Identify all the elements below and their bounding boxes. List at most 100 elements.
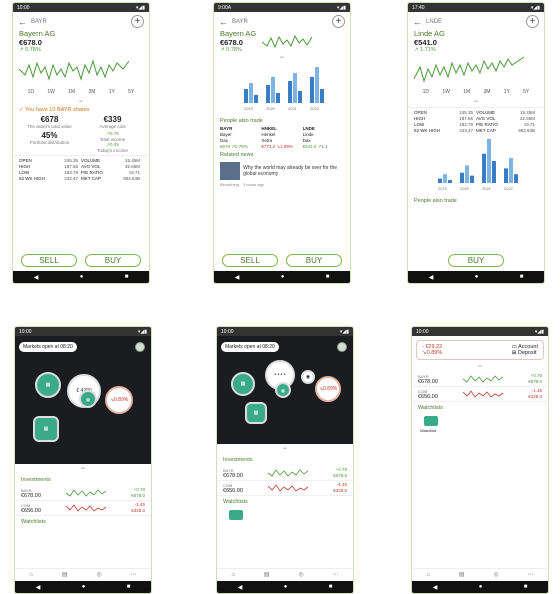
bar [288,81,292,103]
bubble-icon[interactable]: ▦ [79,390,97,408]
eye-icon[interactable]: ◉ [301,370,315,384]
nav-home-icon[interactable]: ● [82,584,86,590]
explore-icon[interactable]: ◎ [298,571,303,578]
nav-recent-icon[interactable]: ■ [127,584,131,590]
row-sparkline [66,489,107,497]
sell-button[interactable]: SELL [21,254,77,267]
watchlist-icon[interactable] [424,416,438,426]
list-item[interactable]: BAYR €678.00 +0.78 €678.0 [412,372,548,387]
bottom-tabs: ⌂ ▤ ◎ ⋯ [412,568,548,580]
range-1d[interactable]: 1D [28,89,34,95]
peer-market: Dax [220,138,229,143]
drag-handle[interactable]: ═ [15,466,151,472]
deposit-link[interactable]: ⊞ Deposit [512,350,538,356]
bubble-change[interactable]: ↘0.89% [315,376,341,402]
back-arrow-icon[interactable]: ← [413,17,422,27]
drag-handle[interactable]: ═ [214,55,350,61]
portfolio-icon[interactable]: ▤ [264,571,270,578]
bubble-change[interactable]: ↘0.89% [105,386,133,414]
home-icon[interactable]: ⌂ [426,572,430,578]
drag-handle[interactable]: ═ [13,99,149,105]
nav-back-icon[interactable]: ◀ [36,584,41,591]
nav-back-icon[interactable]: ◀ [238,584,243,591]
stats-table: OPEN 245.35 VOLUME 15.45M HIGH 187.66 AVG VOL… [408,107,544,135]
list-item[interactable]: COM €656.00 -1.45 €328.0 [217,481,353,496]
avatar-icon[interactable] [337,342,347,352]
bubble-icon[interactable]: ▦ [35,372,61,398]
add-watchlist-button[interactable]: + [131,15,144,28]
range-1m[interactable]: 1M [463,89,470,95]
nav-recent-icon[interactable]: ■ [326,274,330,280]
explore-icon[interactable]: ◎ [493,571,498,578]
peers-table[interactable]: BAYR HNKEL LNDE Bayer Henkel Linde Dax Xetra D… [214,126,350,150]
drag-handle[interactable]: ═ [408,99,544,105]
portfolio-icon[interactable]: ▤ [459,571,465,578]
nav-home-icon[interactable]: ● [80,274,84,280]
range-1d[interactable]: 1D [423,89,429,95]
phone-bayr-financials: 9:00A ▾◢▮ ← BAYR + Bayern AG €678.0 ↗ 0.78% ═… [213,2,351,284]
list-item[interactable]: BAYR €678.00 +0.78 €678.0 [217,466,353,481]
stat-label: LOW [414,122,425,127]
bubble-icon[interactable]: ▦ [231,372,255,396]
bubble-icon[interactable]: ▦ [33,416,59,442]
home-icon[interactable]: ⌂ [29,572,33,578]
row-sparkline [66,504,107,512]
list-item[interactable]: COM €656.00 -1.45 €328.0 [412,387,548,402]
more-icon[interactable]: ⋯ [131,571,137,578]
list-item[interactable]: COM €656.00 -1.45 €328.0 [15,501,151,516]
explore-icon[interactable]: ◎ [96,571,101,578]
avatar-icon[interactable] [135,342,145,352]
bar [514,174,518,183]
nav-home-icon[interactable]: ● [479,584,483,590]
nav-back-icon[interactable]: ◀ [235,274,240,281]
more-icon[interactable]: ⋯ [528,571,534,578]
nav-back-icon[interactable]: ◀ [429,274,434,281]
nav-back-icon[interactable]: ◀ [433,584,438,591]
add-watchlist-button[interactable]: + [526,15,539,28]
nav-recent-icon[interactable]: ■ [329,584,333,590]
sell-button[interactable]: SELL [222,254,278,267]
home-icon[interactable]: ⌂ [231,572,235,578]
buy-button[interactable]: BUY [286,254,342,267]
range-5y[interactable]: 5Y [523,89,529,95]
range-1w[interactable]: 1W [47,89,55,95]
nav-home-icon[interactable]: ● [284,584,288,590]
bar [266,85,270,103]
nav-bar: ◀ ● ■ [214,271,350,283]
watchlist-icon[interactable] [229,510,243,520]
peer-symbol: BAYR [220,126,233,131]
row-sparkline [268,484,309,492]
portfolio-icon[interactable]: ▤ [62,571,68,578]
buy-button[interactable]: BUY [85,254,141,267]
nav-home-icon[interactable]: ● [281,274,285,280]
range-1y[interactable]: 1Y [109,89,115,95]
today-income-label: Today's income [97,148,128,153]
range-1w[interactable]: 1W [442,89,450,95]
x-tick-label: 2019 [244,106,254,111]
bottom-tabs: ⌂ ▤ ◎ ⋯ [15,568,151,580]
back-arrow-icon[interactable]: ← [18,17,27,27]
nav-home-icon[interactable]: ● [475,274,479,280]
more-icon[interactable]: ⋯ [333,571,339,578]
range-5y[interactable]: 5Y [128,89,134,95]
bubble-icon[interactable]: ▦ [245,402,267,424]
nav-back-icon[interactable]: ◀ [34,274,39,281]
buy-button[interactable]: BUY [448,254,504,267]
bubble-icon[interactable]: ▦ [275,382,291,398]
nav-recent-icon[interactable]: ■ [520,274,524,280]
add-watchlist-button[interactable]: + [332,15,345,28]
back-arrow-icon[interactable]: ← [219,17,228,27]
drag-handle[interactable]: ═ [412,364,548,370]
nav-recent-icon[interactable]: ■ [125,274,129,280]
peer-market: Dax [302,138,311,143]
news-item[interactable]: Why the world may already be over for th… [214,160,350,182]
range-3m[interactable]: 3M [88,89,95,95]
drag-handle[interactable]: ═ [217,446,353,452]
list-item[interactable]: BAYR €678.00 +0.78 €678.0 [15,486,151,501]
nav-recent-icon[interactable]: ■ [524,584,528,590]
news-source: Bloomberg · 3 hours ago [220,182,265,187]
range-3m[interactable]: 3M [483,89,490,95]
range-1y[interactable]: 1Y [504,89,510,95]
range-1m[interactable]: 1M [68,89,75,95]
x-tick-label: 2021 [482,186,492,191]
